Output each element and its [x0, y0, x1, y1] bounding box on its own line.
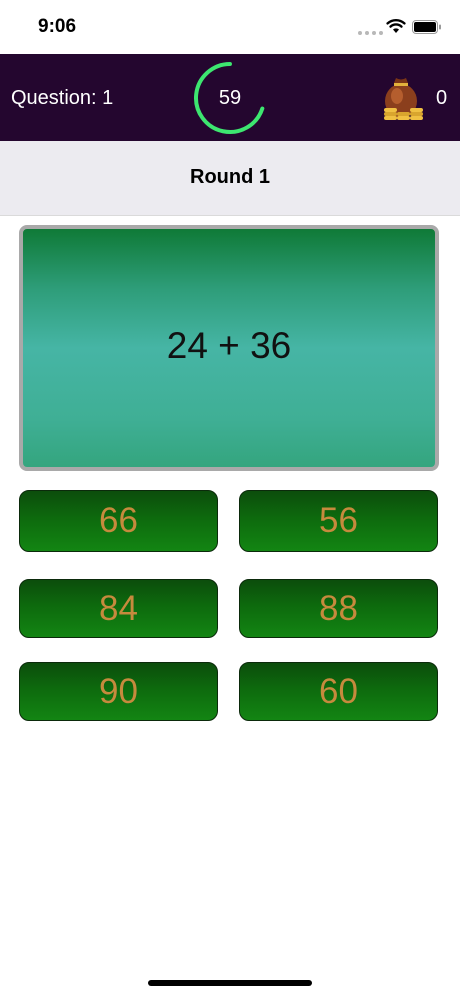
answer-button[interactable]: 66: [19, 490, 218, 552]
status-bar: 9:06: [0, 0, 460, 54]
battery-icon: [412, 20, 441, 34]
timer-value: 59: [218, 87, 242, 109]
cellular-signal-icon: [358, 31, 383, 35]
status-time: 9:06: [38, 16, 77, 37]
answer-button[interactable]: 60: [239, 662, 438, 721]
round-bar: Round 1: [0, 141, 460, 216]
answer-button[interactable]: 90: [19, 662, 218, 721]
question-text: 24 + 36: [166, 325, 292, 366]
answer-button[interactable]: 84: [19, 579, 218, 638]
question-number-label: Question: 1: [11, 87, 114, 109]
money-bag-icon: [384, 78, 423, 120]
coin-count: 0: [436, 87, 448, 109]
wifi-icon: [386, 19, 406, 33]
answer-button[interactable]: 56: [239, 490, 438, 552]
answer-button[interactable]: 88: [239, 579, 438, 638]
home-indicator: [148, 980, 312, 986]
question-card: 24 + 36: [19, 225, 439, 471]
round-title: Round 1: [190, 166, 270, 188]
game-header: Question: 1 59 0: [0, 54, 460, 141]
